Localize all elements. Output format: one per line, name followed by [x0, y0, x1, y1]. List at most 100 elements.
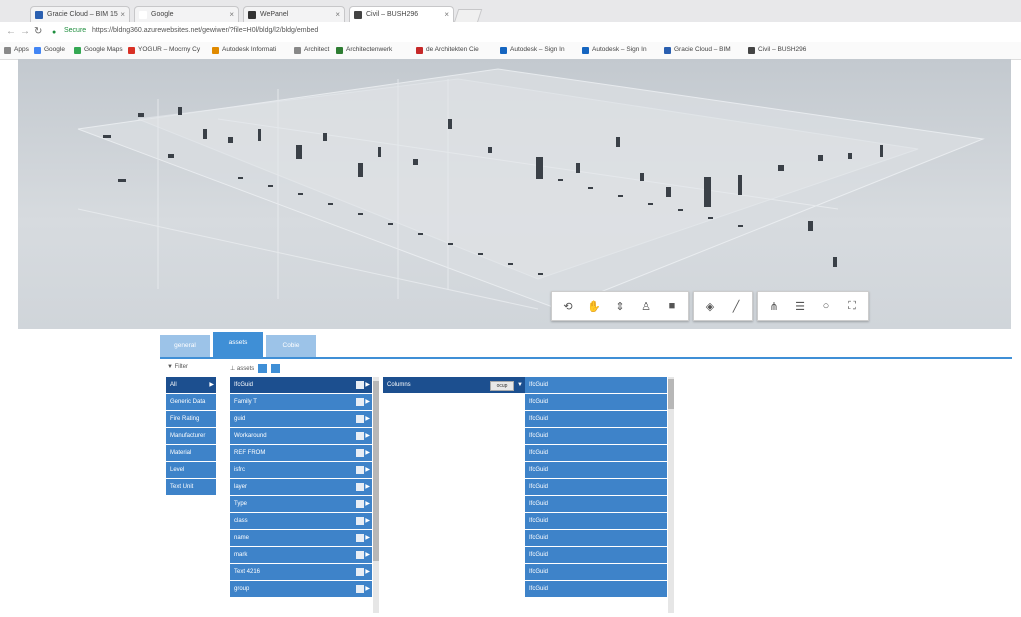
model-browser-icon[interactable]: ⋔ — [761, 293, 787, 319]
model-viewport[interactable]: ⟲ ✋ ⇕ ♙ ■ ◈ ╱ ⋔ ☰ ○ ⛶ — [18, 59, 1011, 329]
list-item[interactable]: IfcGuid — [525, 462, 667, 479]
bookmark-item[interactable]: Architect — [294, 46, 329, 54]
list-item[interactable]: IfcGuid — [525, 445, 667, 462]
columns-dropdown[interactable]: ocup — [490, 381, 514, 391]
properties-icon[interactable]: ☰ — [787, 293, 813, 319]
property-list-scrollbar[interactable] — [373, 377, 379, 613]
browser-tab-active[interactable]: Civil – BUSH296 × — [349, 6, 454, 22]
checkbox[interactable] — [356, 415, 364, 423]
bookmark-label: Google — [44, 46, 65, 53]
bookmark-item[interactable]: Gracie Cloud – BIM — [664, 46, 731, 54]
scrollbar-thumb[interactable] — [373, 381, 379, 561]
list-item[interactable]: IfcGuid — [525, 581, 667, 598]
apps-icon — [4, 47, 11, 54]
bookmark-item[interactable]: Architectenwerk — [336, 46, 392, 54]
checkbox[interactable] — [356, 517, 364, 525]
close-tab-icon[interactable]: × — [229, 7, 234, 22]
checkbox[interactable] — [356, 483, 364, 491]
list-item[interactable]: isfrc ▶ — [230, 462, 372, 479]
bookmark-item[interactable]: Civil – BUSH296 — [748, 46, 806, 54]
google-icon — [34, 47, 41, 54]
forward-icon[interactable]: → — [20, 26, 30, 38]
bookmark-item[interactable]: YOGUR – Mocrny Cy — [128, 46, 200, 54]
checkbox[interactable] — [356, 500, 364, 508]
fullscreen-icon[interactable]: ⛶ — [839, 293, 865, 319]
list-item[interactable]: Material — [166, 445, 216, 462]
list-item[interactable]: Manufacturer — [166, 428, 216, 445]
bookmark-item[interactable]: de Architekten Cie — [416, 46, 479, 54]
url-field[interactable]: https://bldng360.azurewebsites.net/gewiw… — [92, 27, 318, 34]
bookmark-item[interactable]: Autodesk Informati — [212, 46, 276, 54]
checkbox[interactable] — [356, 381, 364, 389]
browser-tab[interactable]: WePanel × — [243, 6, 345, 22]
list-item[interactable]: Fire Rating — [166, 411, 216, 428]
checkbox[interactable] — [356, 551, 364, 559]
new-tab-button[interactable] — [453, 9, 483, 23]
checkbox[interactable] — [356, 466, 364, 474]
bookmark-item[interactable]: Apps — [4, 46, 29, 54]
bookmark-item[interactable]: Google Maps — [74, 46, 123, 54]
list-item[interactable]: IfcGuid — [525, 428, 667, 445]
list-item-label: guid — [234, 416, 246, 422]
close-tab-icon[interactable]: × — [120, 7, 125, 22]
close-tab-icon[interactable]: × — [444, 7, 449, 22]
back-icon[interactable]: ← — [6, 26, 16, 38]
tab-assets[interactable]: assets — [213, 332, 263, 357]
settings-icon[interactable]: ○ — [813, 293, 839, 319]
orbit-icon[interactable]: ⟲ — [555, 293, 581, 319]
list-item[interactable]: IfcGuid — [525, 547, 667, 564]
list-item[interactable]: IfcGuid — [525, 394, 667, 411]
checkbox[interactable] — [356, 585, 364, 593]
list-item[interactable]: layer ▶ — [230, 479, 372, 496]
list-item[interactable]: IfcGuid — [525, 411, 667, 428]
value-list-scrollbar[interactable] — [668, 377, 674, 613]
list-item[interactable]: Family T ▶ — [230, 394, 372, 411]
list-item[interactable]: name ▶ — [230, 530, 372, 547]
browser-tab[interactable]: Google × — [134, 6, 239, 22]
list-view-button[interactable] — [270, 364, 280, 373]
checkbox[interactable] — [356, 432, 364, 440]
close-tab-icon[interactable]: × — [335, 7, 340, 22]
list-item[interactable]: IfcGuid — [525, 530, 667, 547]
tab-cobie[interactable]: Cobie — [266, 335, 316, 357]
list-item[interactable]: Text 4216 ▶ — [230, 564, 372, 581]
pan-icon[interactable]: ✋ — [581, 293, 607, 319]
bookmark-item[interactable]: Autodesk – Sign In — [500, 46, 565, 54]
list-item[interactable]: Text Unit — [166, 479, 216, 496]
list-item[interactable]: IfcGuid — [525, 496, 667, 513]
measure-icon[interactable]: ╱ — [723, 293, 749, 319]
list-item[interactable]: Type ▶ — [230, 496, 372, 513]
list-item[interactable]: Generic Data — [166, 394, 216, 411]
zoom-icon[interactable]: ⇕ — [607, 293, 633, 319]
checkbox[interactable] — [356, 398, 364, 406]
tab-favicon-icon — [139, 11, 147, 19]
secure-label: Secure — [64, 27, 87, 34]
list-item[interactable]: IfcGuid — [525, 564, 667, 581]
list-item[interactable]: Workaround ▶ — [230, 428, 372, 445]
section-icon[interactable]: ◈ — [697, 293, 723, 319]
filter-control[interactable]: ▼ Filter — [167, 364, 188, 370]
bookmark-item[interactable]: Autodesk – Sign In — [582, 46, 647, 54]
checkbox[interactable] — [356, 534, 364, 542]
list-item[interactable]: Level — [166, 462, 216, 479]
list-item[interactable]: mark ▶ — [230, 547, 372, 564]
walk-icon[interactable]: ♙ — [633, 293, 659, 319]
list-item[interactable]: IfcGuid — [525, 513, 667, 530]
browser-tab[interactable]: Gracie Cloud – BIM 15 × — [30, 6, 130, 22]
tab-general[interactable]: general — [160, 335, 210, 357]
list-item[interactable]: guid ▶ — [230, 411, 372, 428]
camera-icon[interactable]: ■ — [659, 293, 685, 319]
checkbox[interactable] — [356, 449, 364, 457]
list-item[interactable]: IfcGuid — [525, 479, 667, 496]
bookmark-item[interactable]: Google — [34, 46, 65, 54]
list-item[interactable]: class ▶ — [230, 513, 372, 530]
list-item[interactable]: REF FROM ▶ — [230, 445, 372, 462]
checkbox[interactable] — [356, 568, 364, 576]
grid-view-button[interactable] — [257, 364, 267, 373]
list-item[interactable]: IfcGuid ▶ — [230, 377, 372, 394]
list-item[interactable]: group ▶ — [230, 581, 372, 598]
list-item[interactable]: IfcGuid — [525, 377, 667, 394]
category-header[interactable]: All ▶ — [166, 377, 216, 394]
reload-icon[interactable]: ↻ — [34, 26, 42, 38]
scrollbar-thumb[interactable] — [668, 379, 674, 409]
